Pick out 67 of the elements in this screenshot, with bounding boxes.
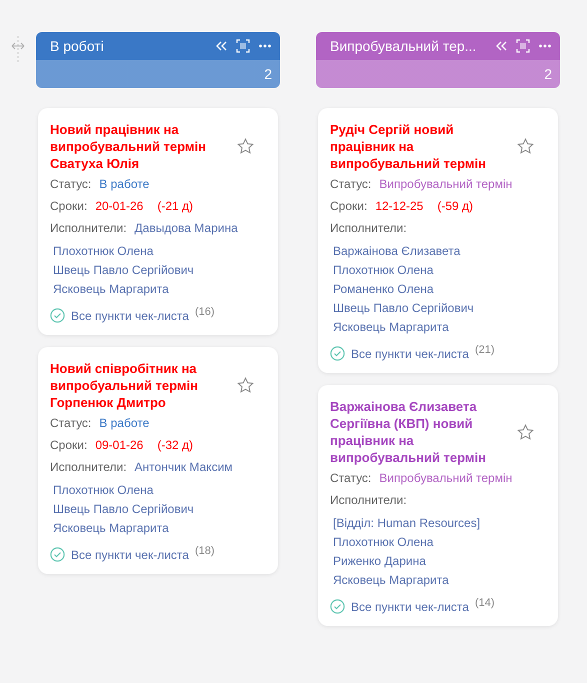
assignee-name: Давыдова Марина: [134, 220, 238, 237]
star-icon[interactable]: [517, 424, 534, 440]
focus-icon[interactable]: [236, 39, 250, 53]
assignee-name: Ясковець Маргарита: [53, 520, 170, 537]
overdue-days: (-21 д): [157, 197, 194, 216]
status-value: В работе: [99, 415, 150, 432]
check-circle-icon: [330, 346, 345, 361]
star-icon[interactable]: [237, 138, 254, 155]
status-value: Випробувальний термін: [379, 176, 512, 193]
checklist-link[interactable]: Все пункти чек-листа: [351, 346, 469, 360]
card-title[interactable]: Варжаінова Єлизавета Сергіївна (КВП) новий працівник на випробувальний термін: [330, 398, 506, 466]
overdue-days: (-32 д): [157, 436, 194, 455]
overdue-days: (-59 д): [437, 197, 474, 216]
checklist-link[interactable]: Все пункти чек-листа: [351, 600, 469, 614]
assignee-name: Романенко Олена: [333, 281, 435, 298]
assignee-name: Ясковець Маргарита: [333, 319, 450, 336]
assignees-label: Исполнители:: [50, 220, 127, 237]
column-title: Випробувальний тер...: [330, 38, 478, 54]
status-value: В работе: [99, 176, 150, 193]
assignee-name: Плохотнюк Олена: [333, 262, 434, 279]
deadline-date: 09-01-26: [95, 437, 144, 454]
card-count: 2: [264, 66, 272, 82]
card-title[interactable]: Рудіч Сергій новий працівник на випробувальний термін: [330, 121, 506, 172]
card-title[interactable]: Новий працівник на випробувальний термін Сватуха Юлія: [50, 121, 226, 172]
assignee-name: Варжаінова Єлизавета: [333, 243, 462, 260]
checklist-link[interactable]: Все пункти чек-листа: [71, 548, 189, 562]
drag-handle-icon[interactable]: [11, 36, 25, 64]
assignees-label: Исполнители:: [330, 492, 407, 509]
check-circle-icon: [330, 599, 345, 614]
star-icon[interactable]: [517, 138, 534, 155]
assignee-name: Плохотнюк Олена: [333, 534, 434, 551]
check-circle-icon: [50, 308, 65, 323]
collapse-icon[interactable]: [214, 39, 228, 53]
star-icon[interactable]: [237, 377, 254, 394]
deadline-date: 20-01-26: [95, 198, 144, 215]
assignee-name: Риженко Дарина: [333, 553, 427, 570]
checklist-count: (18): [194, 545, 215, 557]
assignee-name: Ясковець Маргарита: [53, 281, 170, 298]
assignee-name: Плохотнюк Олена: [53, 243, 154, 260]
checklist-link[interactable]: Все пункти чек-листа: [71, 308, 189, 322]
assignee-name: Антончик Максим: [134, 459, 233, 476]
status-value: Випробувальний термін: [379, 470, 512, 487]
assignees-label: Исполнители:: [50, 459, 127, 476]
check-circle-icon: [50, 547, 65, 562]
column-title: В роботі: [50, 38, 105, 54]
checklist-count: (21): [474, 344, 495, 356]
deadline-label: Сроки:: [50, 437, 88, 454]
assignee-name: Швець Павло Сергійович: [53, 262, 195, 279]
deadline-date: 12-12-25: [375, 198, 424, 215]
collapse-icon[interactable]: [494, 39, 508, 53]
status-label: Статус:: [330, 470, 372, 487]
deadline-label: Сроки:: [330, 198, 368, 215]
deadline-label: Сроки:: [50, 198, 88, 215]
status-label: Статус:: [330, 176, 372, 193]
assignee-name: Плохотнюк Олена: [53, 482, 154, 499]
assignee-name: [Відділ: Human Resources]: [333, 515, 482, 532]
assignee-name: Швець Павло Сергійович: [333, 300, 475, 317]
assignees-label: Исполнители:: [330, 220, 407, 237]
checklist-count: (16): [194, 306, 215, 318]
card-title[interactable]: Новий співробітник на випробуальний термін Горпенюк Дмитро: [50, 360, 226, 411]
assignee-name: Швець Павло Сергійович: [53, 501, 195, 518]
focus-icon[interactable]: [516, 39, 530, 53]
checklist-count: (14): [474, 597, 495, 609]
status-label: Статус:: [50, 415, 92, 432]
assignee-name: Ясковець Маргарита: [333, 572, 450, 589]
status-label: Статус:: [50, 176, 92, 193]
card-count: 2: [544, 66, 552, 82]
